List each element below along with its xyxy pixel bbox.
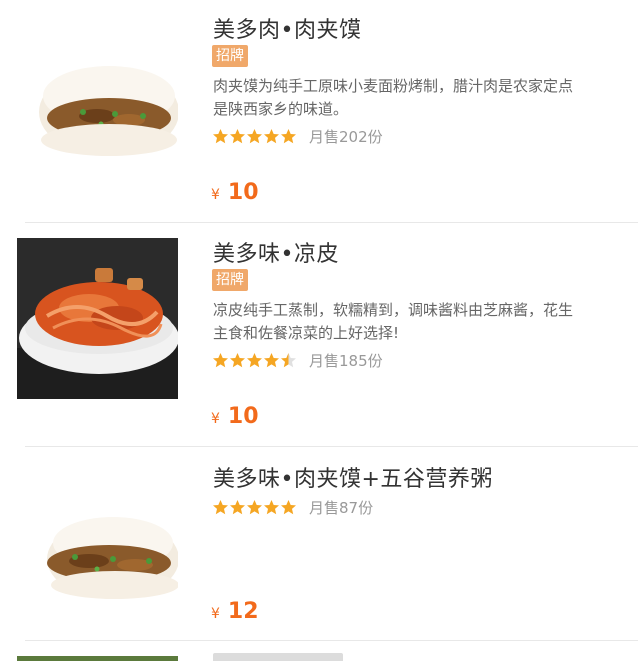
food-photo-icon [17, 656, 178, 661]
star-full-icon [230, 128, 245, 143]
price: ¥ 12 [211, 599, 259, 624]
star-full-icon [213, 499, 228, 514]
currency-symbol: ¥ [211, 606, 220, 622]
star-full-icon [264, 128, 279, 143]
food-description-line2: 是陕西家乡的味道。 [213, 100, 349, 118]
food-image[interactable] [17, 238, 178, 399]
liangpi-photo-icon [17, 238, 178, 399]
rating-row: 月售87份 [212, 497, 373, 517]
price: ¥ 10 [211, 180, 259, 205]
food-item-roujiamo[interactable]: 美多肉•肉夹馍 招牌 肉夹馍为纯手工原味小麦面粉烤制，腊汁肉是农家定点 是陕西家… [0, 0, 638, 222]
food-description-line2: 主食和佐餐凉菜的上好选择! [213, 324, 400, 342]
star-rating [212, 499, 297, 516]
food-item-liangpi[interactable]: 美多味•凉皮 招牌 凉皮纯手工蒸制，软糯精到，调味酱料由芝麻酱，花生 主食和佐餐… [0, 223, 638, 446]
star-full-icon [264, 499, 279, 514]
price-value: 10 [227, 404, 259, 429]
price: ¥ 10 [211, 404, 259, 429]
star-rating [212, 352, 297, 369]
signature-badge: 招牌 [212, 45, 248, 67]
star-rating [212, 128, 297, 145]
star-full-icon [281, 499, 296, 514]
star-half-icon [281, 352, 296, 367]
price-value: 10 [227, 180, 259, 205]
food-image[interactable] [17, 656, 178, 661]
rating-row: 月售185份 [212, 350, 383, 370]
star-full-icon [213, 352, 228, 367]
food-title: 美多肉•肉夹馍 [213, 18, 362, 43]
star-full-icon [264, 352, 279, 367]
food-image[interactable] [17, 14, 178, 175]
star-full-icon [247, 499, 262, 514]
star-full-icon [230, 499, 245, 514]
price-value: 12 [227, 599, 259, 624]
food-list: 美多肉•肉夹馍 招牌 肉夹馍为纯手工原味小麦面粉烤制，腊汁肉是农家定点 是陕西家… [0, 0, 638, 661]
food-image[interactable] [17, 463, 178, 624]
star-full-icon [281, 128, 296, 143]
signature-badge: 招牌 [212, 269, 248, 291]
currency-symbol: ¥ [211, 411, 220, 427]
monthly-sales: 月售202份 [309, 127, 383, 146]
currency-symbol: ¥ [211, 187, 220, 203]
star-full-icon [213, 128, 228, 143]
star-full-icon [230, 352, 245, 367]
partial-title-placeholder [213, 653, 343, 661]
food-title: 美多味•凉皮 [213, 242, 339, 267]
star-full-icon [247, 352, 262, 367]
food-description-line1: 肉夹馍为纯手工原味小麦面粉烤制，腊汁肉是农家定点 [213, 77, 574, 95]
monthly-sales: 月售87份 [309, 498, 374, 517]
food-item-roujiamo-porridge[interactable]: 美多味•肉夹馍+五谷营养粥 月售87份 ¥ 12 [0, 447, 638, 640]
roujiamo-photo-icon [17, 14, 178, 175]
rating-row: 月售202份 [212, 126, 383, 146]
monthly-sales: 月售185份 [309, 351, 383, 370]
food-title: 美多味•肉夹馍+五谷营养粥 [213, 467, 493, 492]
star-full-icon [247, 128, 262, 143]
roujiamo-photo-icon [17, 463, 178, 624]
food-description-line1: 凉皮纯手工蒸制，软糯精到，调味酱料由芝麻酱，花生 [213, 301, 574, 319]
